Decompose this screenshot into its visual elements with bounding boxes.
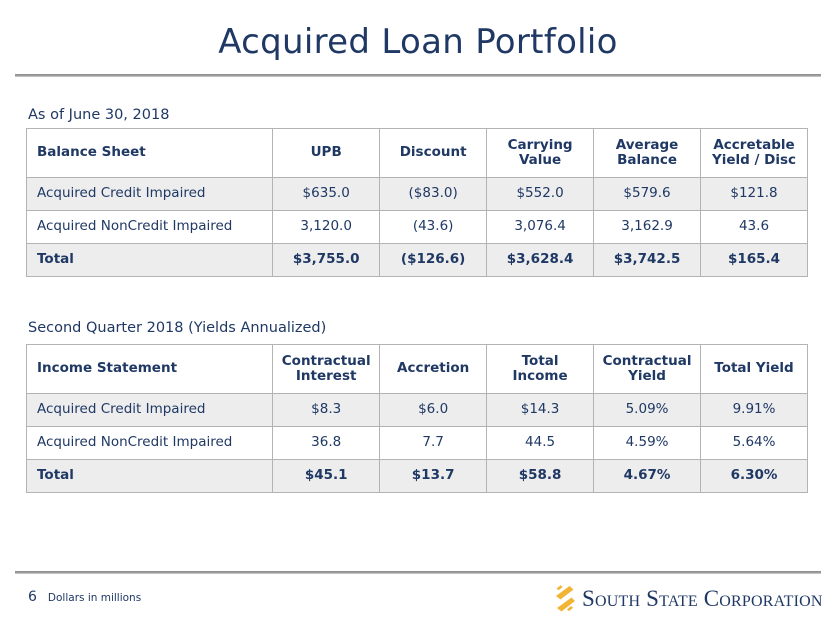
table-header-row: Balance Sheet UPB Discount Carrying Valu… <box>25 128 808 178</box>
column-header-balance-sheet: Balance Sheet <box>25 128 274 178</box>
income-statement-caption: Second Quarter 2018 (Yields Annualized) <box>28 320 327 336</box>
balance-sheet-table-head: Balance Sheet UPB Discount Carrying Valu… <box>25 128 808 178</box>
cell-contractual-interest: $8.3 <box>272 393 381 427</box>
header-line-2: Balance <box>617 152 677 168</box>
header-line-2: Value <box>518 152 562 168</box>
income-statement-table: Income Statement Contractual Interest Ac… <box>25 344 808 493</box>
cell-contractual-interest: 36.8 <box>272 426 381 460</box>
header-line-2: Yield / Disc <box>711 152 797 168</box>
slide-root: Acquired Loan Portfolio As of June 30, 2… <box>0 0 836 635</box>
income-statement-table-head: Income Statement Contractual Interest Ac… <box>25 344 808 394</box>
cell-upb: $3,755.0 <box>272 243 381 277</box>
column-header-total-income: Total Income <box>486 344 595 394</box>
cell-total-yield: 9.91% <box>700 393 808 427</box>
footer-divider <box>15 571 821 574</box>
cell-total-income: $14.3 <box>486 393 595 427</box>
cell-accretion: $13.7 <box>379 459 488 493</box>
header-line-1: Balance Sheet <box>37 144 146 161</box>
header-line-2: Interest <box>295 368 357 384</box>
footer-note: Dollars in millions <box>47 592 142 604</box>
cell-discount: ($126.6) <box>379 243 488 277</box>
south-state-s-mark-icon <box>553 584 575 614</box>
header-line-1: Accretable <box>713 136 795 153</box>
header-line-1: UPB <box>310 144 342 161</box>
company-logo: South State Corporation <box>553 584 823 614</box>
cell-contractual-interest: $45.1 <box>272 459 381 493</box>
header-line-1: Total <box>521 352 559 369</box>
cell-accretable-yield: 43.6 <box>700 210 808 244</box>
page-title: Acquired Loan Portfolio <box>218 22 618 62</box>
cell-accretable-yield: $165.4 <box>700 243 808 277</box>
column-header-accretion: Accretion <box>379 344 488 394</box>
cell-carrying-value: $3,628.4 <box>486 243 595 277</box>
column-header-contractual-yield: Contractual Yield <box>593 344 702 394</box>
cell-discount: (43.6) <box>379 210 488 244</box>
page-number: 6 <box>28 589 37 605</box>
header-line-1: Accretion <box>397 360 470 377</box>
header-line-1: Carrying <box>507 136 573 153</box>
header-divider <box>15 74 821 77</box>
column-header-average-balance: Average Balance <box>593 128 702 178</box>
column-header-accretable-yield-disc: Accretable Yield / Disc <box>700 128 808 178</box>
company-name: South State Corporation <box>582 586 823 611</box>
column-header-upb: UPB <box>272 128 381 178</box>
column-header-contractual-interest: Contractual Interest <box>272 344 381 394</box>
header-line-2: Yield <box>628 368 666 384</box>
column-header-income-statement: Income Statement <box>25 344 274 394</box>
row-label: Acquired NonCredit Impaired <box>25 426 274 460</box>
cell-contractual-yield: 4.59% <box>593 426 702 460</box>
cell-total-income: $58.8 <box>486 459 595 493</box>
row-label: Acquired Credit Impaired <box>25 177 274 211</box>
cell-average-balance: $3,742.5 <box>593 243 702 277</box>
cell-average-balance: $579.6 <box>593 177 702 211</box>
cell-total-yield: 5.64% <box>700 426 808 460</box>
balance-sheet-caption: As of June 30, 2018 <box>28 107 170 123</box>
cell-accretable-yield: $121.8 <box>700 177 808 211</box>
cell-upb: $635.0 <box>272 177 381 211</box>
header-line-2: Income <box>512 368 568 384</box>
header-line-1: Average <box>615 136 679 153</box>
row-label: Total <box>25 243 274 277</box>
cell-contractual-yield: 4.67% <box>593 459 702 493</box>
income-statement-table-body: Acquired Credit Impaired $8.3 $6.0 $14.3… <box>25 393 808 493</box>
cell-average-balance: 3,162.9 <box>593 210 702 244</box>
header-line-1: Income Statement <box>37 360 178 377</box>
column-header-carrying-value: Carrying Value <box>486 128 595 178</box>
header-line-1: Contractual <box>281 352 371 369</box>
footer: 6 Dollars in millions <box>28 589 141 605</box>
cell-carrying-value: $552.0 <box>486 177 595 211</box>
table-row-total: Total $45.1 $13.7 $58.8 4.67% 6.30% <box>25 459 808 493</box>
row-label: Acquired NonCredit Impaired <box>25 210 274 244</box>
header-line-1: Discount <box>399 144 467 161</box>
row-label: Total <box>25 459 274 493</box>
table-row: Acquired Credit Impaired $635.0 ($83.0) … <box>25 177 808 211</box>
table-header-row: Income Statement Contractual Interest Ac… <box>25 344 808 394</box>
balance-sheet-table-body: Acquired Credit Impaired $635.0 ($83.0) … <box>25 177 808 277</box>
table-row: Acquired NonCredit Impaired 36.8 7.7 44.… <box>25 426 808 460</box>
table-row-total: Total $3,755.0 ($126.6) $3,628.4 $3,742.… <box>25 243 808 277</box>
header-line-1: Contractual <box>602 352 692 369</box>
table-row: Acquired NonCredit Impaired 3,120.0 (43.… <box>25 210 808 244</box>
cell-total-yield: 6.30% <box>700 459 808 493</box>
cell-contractual-yield: 5.09% <box>593 393 702 427</box>
balance-sheet-table: Balance Sheet UPB Discount Carrying Valu… <box>25 128 808 277</box>
column-header-total-yield: Total Yield <box>700 344 808 394</box>
cell-carrying-value: 3,076.4 <box>486 210 595 244</box>
cell-upb: 3,120.0 <box>272 210 381 244</box>
cell-accretion: 7.7 <box>379 426 488 460</box>
cell-total-income: 44.5 <box>486 426 595 460</box>
column-header-discount: Discount <box>379 128 488 178</box>
cell-discount: ($83.0) <box>379 177 488 211</box>
cell-accretion: $6.0 <box>379 393 488 427</box>
row-label: Acquired Credit Impaired <box>25 393 274 427</box>
table-row: Acquired Credit Impaired $8.3 $6.0 $14.3… <box>25 393 808 427</box>
header-line-1: Total Yield <box>714 360 794 377</box>
